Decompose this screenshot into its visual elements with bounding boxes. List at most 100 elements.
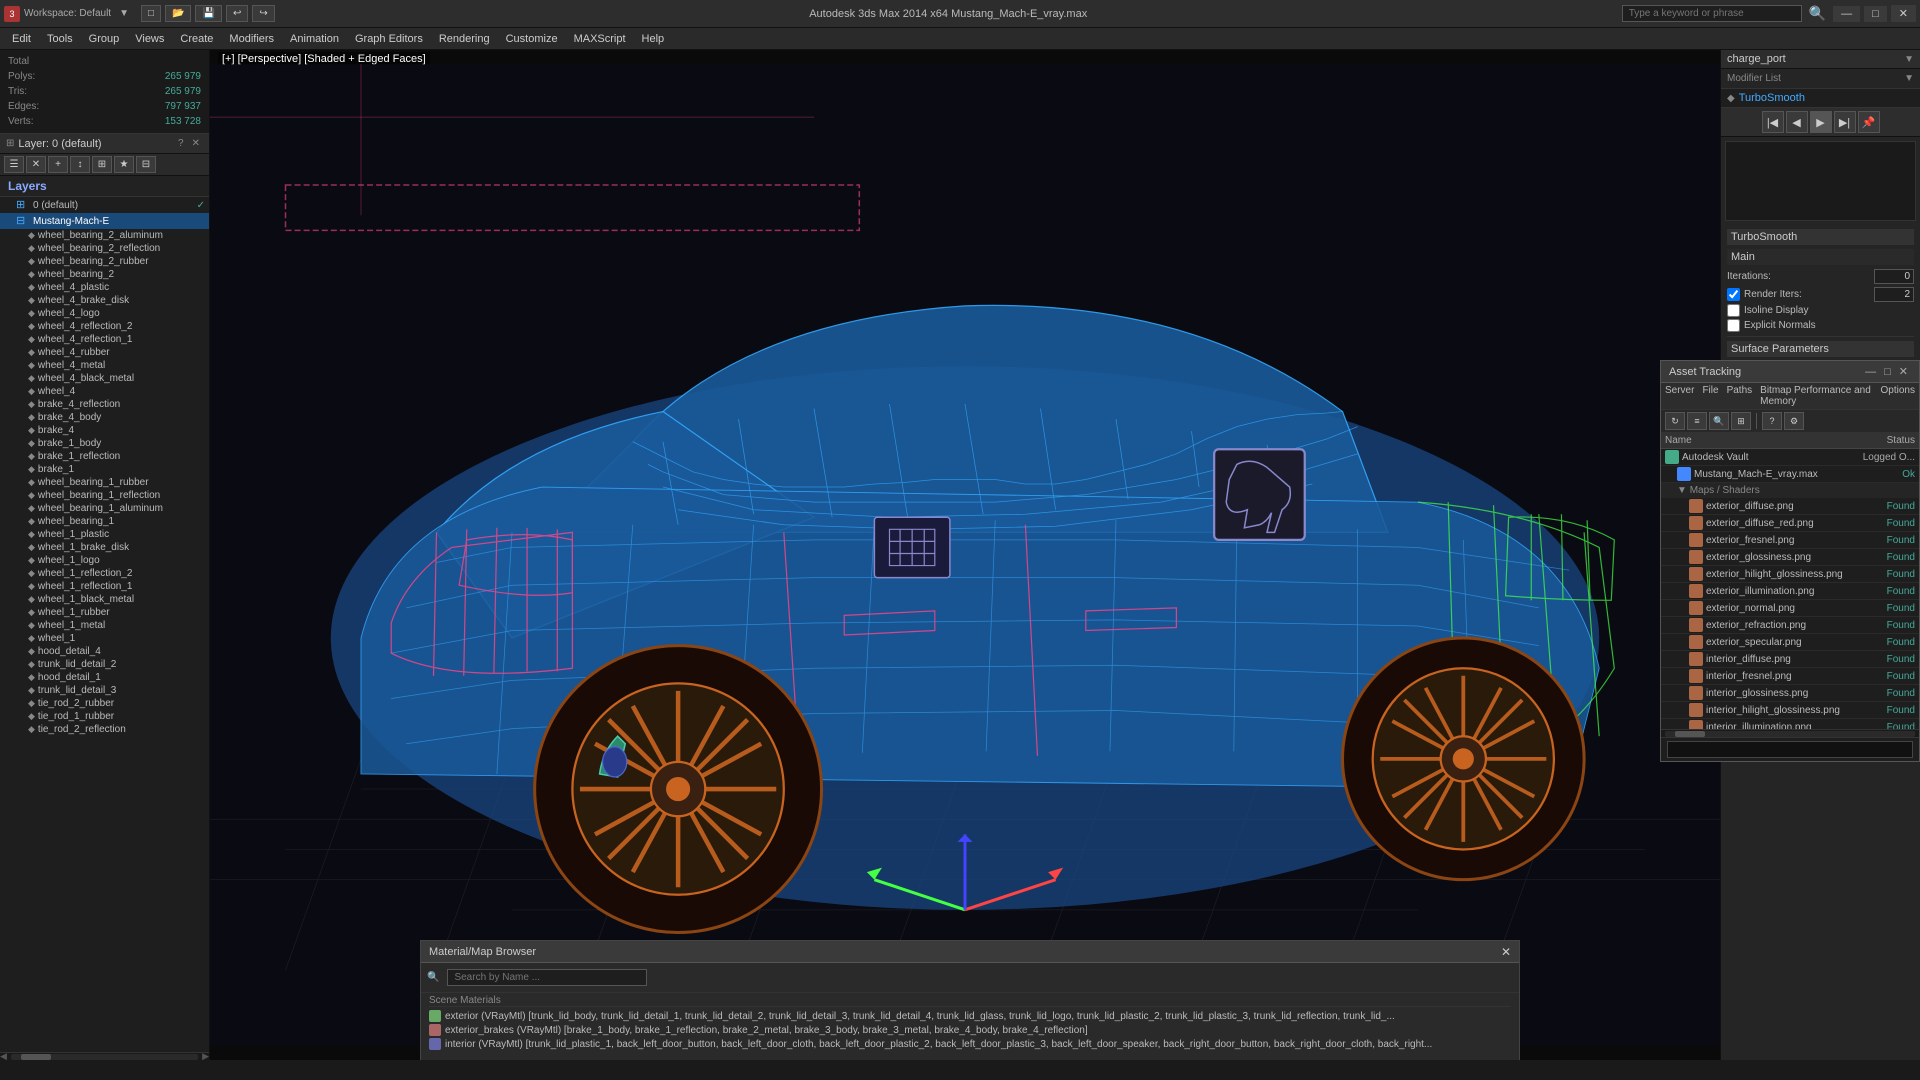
mat-browser-close-btn[interactable]: ✕ — [1501, 945, 1511, 959]
menu-customize[interactable]: Customize — [498, 31, 566, 47]
list-item[interactable]: ◆wheel_1 — [0, 632, 209, 645]
list-item[interactable]: ◆brake_4_reflection — [0, 398, 209, 411]
ts-iterations-input[interactable] — [1874, 269, 1914, 284]
layer-item-mustang[interactable]: ⊟ Mustang-Mach-E — [0, 213, 209, 229]
at-path-input[interactable] — [1667, 741, 1913, 758]
list-item[interactable]: exterior_diffuse_red.png Found — [1661, 515, 1919, 532]
at-minimize-btn[interactable]: — — [1862, 365, 1879, 378]
layer-expand-btn[interactable]: ⊞ — [92, 156, 112, 173]
mat-item-brakes[interactable]: exterior_brakes (VRayMtl) [brake_1_body,… — [429, 1023, 1511, 1037]
list-item[interactable]: ◆wheel_4_logo — [0, 307, 209, 320]
list-item[interactable]: ◆wheel_1_reflection_2 — [0, 567, 209, 580]
list-item[interactable]: interior_hilight_glossiness.png Found — [1661, 702, 1919, 719]
list-item[interactable]: ◆tie_rod_2_rubber — [0, 697, 209, 710]
list-item[interactable]: ◆wheel_4_metal — [0, 359, 209, 372]
ts-render-iters-input[interactable] — [1874, 287, 1914, 302]
list-item[interactable]: ◆wheel_1_rubber — [0, 606, 209, 619]
rp-btn-3[interactable]: ▶ — [1810, 111, 1832, 133]
at-maximize-btn[interactable]: □ — [1881, 365, 1894, 378]
menu-modifiers[interactable]: Modifiers — [221, 31, 282, 47]
layer-highlight-btn[interactable]: ★ — [114, 156, 134, 173]
minimize-btn[interactable]: — — [1833, 6, 1860, 22]
at-scroll[interactable] — [1661, 729, 1919, 737]
at-tb-list[interactable]: ≡ — [1687, 412, 1707, 430]
list-item[interactable]: ◆brake_4_body — [0, 411, 209, 424]
mat-item-interior[interactable]: interior (VRayMtl) [trunk_lid_plastic_1,… — [429, 1037, 1511, 1051]
mat-item-exterior[interactable]: exterior (VRayMtl) [trunk_lid_body, trun… — [429, 1009, 1511, 1023]
ts-explicit-check[interactable] — [1727, 319, 1740, 332]
list-item[interactable]: ◆wheel_1_logo — [0, 554, 209, 567]
layer-item-0-default[interactable]: ⊞ 0 (default) ✓ — [0, 197, 209, 213]
list-item[interactable]: exterior_illumination.png Found — [1661, 583, 1919, 600]
menu-graph-editors[interactable]: Graph Editors — [347, 31, 431, 47]
list-item[interactable]: ◆wheel_1_metal — [0, 619, 209, 632]
modifier-item[interactable]: ◆ TurboSmooth — [1721, 89, 1920, 108]
list-item[interactable]: ◆hood_detail_4 — [0, 645, 209, 658]
list-item[interactable]: exterior_normal.png Found — [1661, 600, 1919, 617]
list-item[interactable]: ◆wheel_4_plastic — [0, 281, 209, 294]
menu-tools[interactable]: Tools — [39, 31, 81, 47]
layer-list-scroll[interactable]: ◀ ▶ — [0, 1052, 209, 1060]
list-item[interactable]: ◆wheel_bearing_1_rubber — [0, 476, 209, 489]
list-item[interactable]: ◆hood_detail_1 — [0, 671, 209, 684]
at-maps-group[interactable]: Maps / Shaders — [1661, 483, 1919, 498]
menu-rendering[interactable]: Rendering — [431, 31, 498, 47]
mat-search-input[interactable] — [447, 969, 647, 986]
layer-settings-btn[interactable]: ⊟ — [136, 156, 156, 173]
list-item[interactable]: ◆wheel_bearing_2_aluminum — [0, 229, 209, 242]
open-btn[interactable]: 📂 — [165, 5, 191, 22]
list-item[interactable]: ◆wheel_4_brake_disk — [0, 294, 209, 307]
scroll-left-arrow[interactable]: ◀ — [0, 1051, 7, 1062]
at-tb-find[interactable]: 🔍 — [1709, 412, 1729, 430]
asset-tracking-content[interactable]: Autodesk Vault Logged O... Mustang_Mach-… — [1661, 449, 1919, 729]
layer-move-btn[interactable]: ↕ — [70, 156, 90, 173]
list-item[interactable]: interior_diffuse.png Found — [1661, 651, 1919, 668]
at-row-maxfile[interactable]: Mustang_Mach-E_vray.max Ok — [1661, 466, 1919, 483]
at-menu-file[interactable]: File — [1702, 385, 1718, 407]
save-btn[interactable]: 💾 — [195, 5, 221, 22]
rp-btn-2[interactable]: ◀ — [1786, 111, 1808, 133]
list-item[interactable]: interior_fresnel.png Found — [1661, 668, 1919, 685]
at-scroll-track[interactable] — [1665, 731, 1915, 737]
list-item[interactable]: ◆trunk_lid_detail_3 — [0, 684, 209, 697]
list-item[interactable]: exterior_specular.png Found — [1661, 634, 1919, 651]
list-item[interactable]: ◆brake_1_reflection — [0, 450, 209, 463]
workspace-dropdown-icon[interactable]: ▼ — [119, 8, 129, 19]
rp-btn-4[interactable]: ▶| — [1834, 111, 1856, 133]
close-btn[interactable]: ✕ — [1891, 5, 1916, 22]
list-item[interactable]: ◆tie_rod_2_reflection — [0, 723, 209, 736]
list-item[interactable]: ◆wheel_bearing_1 — [0, 515, 209, 528]
maximize-btn[interactable]: □ — [1864, 6, 1887, 22]
at-tb-grid[interactable]: ⊞ — [1731, 412, 1751, 430]
list-item[interactable]: ◆wheel_1_plastic — [0, 528, 209, 541]
list-item[interactable]: ◆wheel_bearing_2 — [0, 268, 209, 281]
at-menu-bitmap[interactable]: Bitmap Performance and Memory — [1760, 385, 1872, 407]
layer-menu-btn[interactable]: ☰ — [4, 156, 24, 173]
layer-add-btn[interactable]: + — [48, 156, 68, 173]
redo-btn[interactable]: ↪ — [252, 5, 274, 22]
at-menu-options[interactable]: Options — [1881, 385, 1915, 407]
list-item[interactable]: ◆wheel_4 — [0, 385, 209, 398]
list-item[interactable]: ◆wheel_1_black_metal — [0, 593, 209, 606]
list-item[interactable]: exterior_glossiness.png Found — [1661, 549, 1919, 566]
ts-isoline-check[interactable] — [1727, 304, 1740, 317]
list-item[interactable]: interior_illumination.png Found — [1661, 719, 1919, 729]
at-menu-server[interactable]: Server — [1665, 385, 1694, 407]
menu-create[interactable]: Create — [172, 31, 221, 47]
layer-help-btn[interactable]: ? — [175, 137, 187, 150]
menu-edit[interactable]: Edit — [4, 31, 39, 47]
at-scroll-thumb[interactable] — [1675, 731, 1705, 737]
layer-close-btn[interactable]: ✕ — [189, 137, 203, 150]
modifier-dropdown-icon[interactable]: ▼ — [1904, 73, 1914, 84]
workspace-selector[interactable]: Workspace: Default — [24, 8, 111, 19]
list-item[interactable]: ◆wheel_bearing_2_reflection — [0, 242, 209, 255]
rp-btn-1[interactable]: |◀ — [1762, 111, 1784, 133]
list-item[interactable]: ◆wheel_4_reflection_2 — [0, 320, 209, 333]
layer-list[interactable]: ⊞ 0 (default) ✓ ⊟ Mustang-Mach-E ◆wheel_… — [0, 197, 209, 1052]
at-tb-help[interactable]: ? — [1762, 412, 1782, 430]
list-item[interactable]: ◆trunk_lid_detail_2 — [0, 658, 209, 671]
menu-animation[interactable]: Animation — [282, 31, 347, 47]
list-item[interactable]: ◆wheel_1_brake_disk — [0, 541, 209, 554]
at-menu-paths[interactable]: Paths — [1727, 385, 1753, 407]
list-item[interactable]: ◆brake_1 — [0, 463, 209, 476]
